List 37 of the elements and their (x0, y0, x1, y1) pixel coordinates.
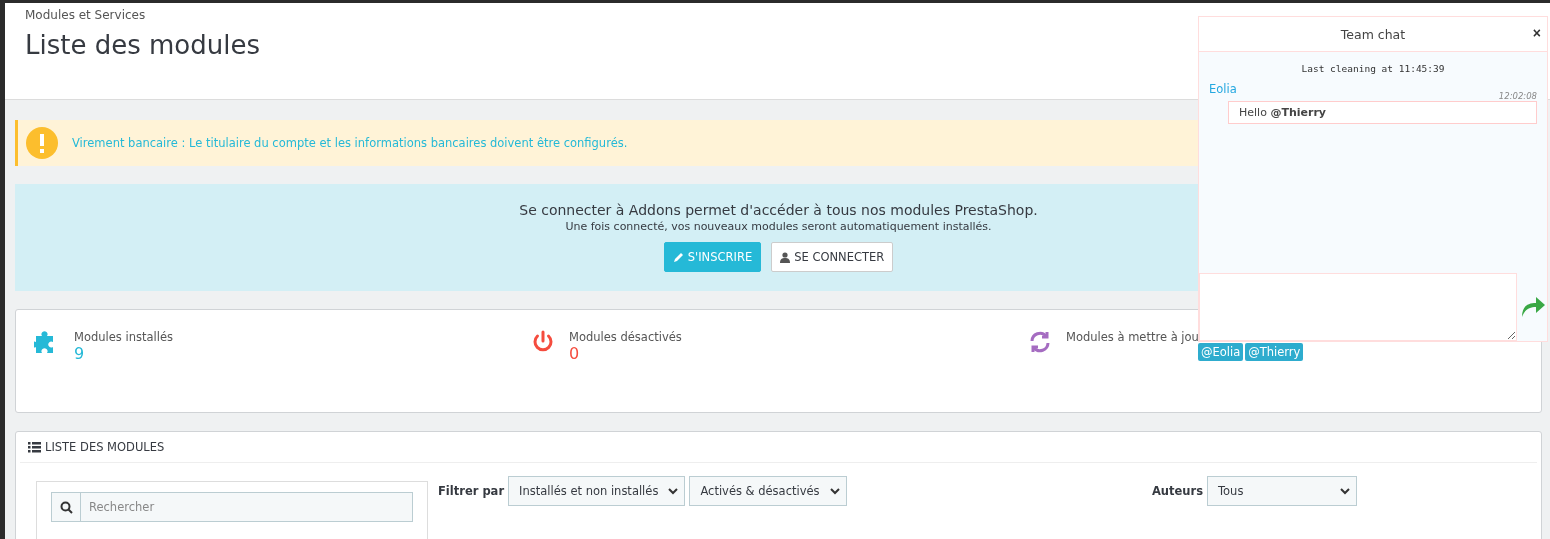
alert-text: Virement bancaire : Le titulaire du compte et les informations bancaires doivent être configurés. (72, 136, 628, 150)
warning-icon (26, 127, 58, 159)
caret-icon (829, 487, 840, 495)
filter-select[interactable]: Installés et non installés (508, 476, 686, 506)
filter-select[interactable]: Activés & désactivés (689, 476, 847, 506)
authors-select[interactable]: Tous (1207, 476, 1357, 506)
chat-title: Team chat (1340, 26, 1406, 42)
addons-title: Se connecter à Addons permet d'accéder à tous nos modules PrestaShop. (519, 202, 1038, 218)
stat-value: 0 (569, 344, 581, 363)
search-button[interactable] (51, 492, 81, 522)
message-time: 12:02:08 (1497, 91, 1537, 101)
power-icon (531, 330, 555, 354)
authors-label: Auteurs (1151, 484, 1203, 498)
list-icon (28, 441, 41, 453)
caret-icon (668, 487, 679, 495)
addons-subtitle: Une fois connecté, vos nouveaux modules seront automatiquement installés. (565, 220, 992, 233)
panel-title: LISTE DES MODULES (45, 440, 165, 454)
message-bubble: Hello @Thierry (1228, 101, 1537, 124)
close-button[interactable]: × (1530, 25, 1543, 41)
login-button[interactable]: SE CONNECTER (771, 242, 894, 272)
filter-label: Filtrer par (438, 484, 505, 498)
breadcrumb[interactable]: Modules et Services (25, 8, 1550, 22)
page-title: Liste des modules (25, 30, 260, 60)
refresh-icon (1028, 330, 1052, 354)
send-icon[interactable] (1520, 296, 1546, 318)
search-field[interactable]: Rechercher (81, 492, 413, 522)
stat-label: Modules à mettre à jou (1066, 330, 1199, 344)
search-icon (59, 500, 73, 514)
stat-value: 9 (74, 344, 86, 363)
message-author: Eolia (1209, 82, 1237, 96)
user-icon (780, 251, 791, 263)
pencil-icon (672, 251, 684, 263)
message-input[interactable] (1199, 273, 1517, 341)
stat-label: Modules désactivés (569, 330, 682, 344)
caret-icon (1340, 487, 1350, 495)
stat-label: Modules installés (74, 330, 173, 344)
chat-notice: Last cleaning at 11:45:39 (1300, 63, 1446, 74)
